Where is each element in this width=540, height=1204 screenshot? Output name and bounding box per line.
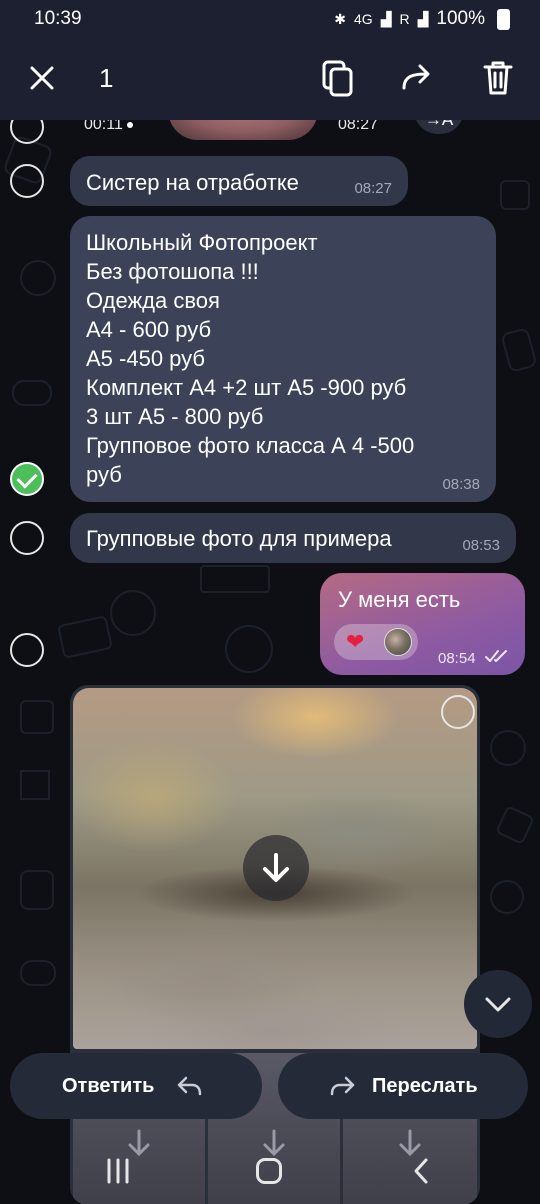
- message-line: Одежда своя: [86, 288, 220, 313]
- select-circle-outgoing[interactable]: [10, 633, 44, 667]
- message-line: Школьный Фотопроект: [86, 230, 318, 255]
- message-line: Комплект А4 +2 шт А5 -900 руб: [86, 375, 407, 400]
- back-icon[interactable]: [408, 1156, 434, 1186]
- double-check-icon: [485, 650, 507, 662]
- copy-icon[interactable]: [320, 58, 356, 98]
- message-line: руб: [86, 462, 122, 487]
- selection-action-bar: 1: [0, 36, 540, 120]
- battery-icon: [497, 8, 510, 30]
- message-text: Систер на отработке: [86, 170, 299, 195]
- message-time: 08:53: [462, 537, 500, 554]
- message-time: 08:38: [442, 476, 480, 493]
- network-label: 4G: [354, 11, 373, 27]
- system-navigation-bar: [0, 1140, 540, 1204]
- forward-button[interactable]: Переслать: [278, 1053, 528, 1119]
- select-circle-msg2-checked[interactable]: [10, 462, 44, 496]
- message-time: 08:27: [354, 180, 392, 197]
- chevron-down-icon: [485, 997, 511, 1012]
- status-bar: 10:39 ✱ 4G ▟ R ▟ 100%: [0, 0, 540, 36]
- message-line: Групповое фото класса А 4 -500: [86, 433, 415, 458]
- message-bubble-selected[interactable]: Школьный Фотопроект Без фотошопа !!! Оде…: [70, 216, 496, 502]
- photo-album-message[interactable]: [70, 685, 480, 1204]
- message-line: А5 -450 руб: [86, 346, 206, 371]
- roaming-label: R: [399, 11, 410, 27]
- status-time: 10:39: [34, 8, 82, 29]
- battery-percent: 100%: [436, 8, 485, 29]
- selected-count: 1: [99, 63, 114, 93]
- select-circle-photo[interactable]: [441, 695, 475, 729]
- reactor-avatar: [384, 628, 412, 656]
- reply-icon: [177, 1076, 202, 1096]
- forward-label: Переслать: [372, 1075, 478, 1097]
- blurred-photo[interactable]: [73, 688, 477, 1049]
- message-line: 3 шт А5 - 800 руб: [86, 404, 264, 429]
- message-line: А4 - 600 руб: [86, 317, 212, 342]
- message-bubble[interactable]: Систер на отработке 08:27: [70, 156, 408, 206]
- message-text: Групповые фото для примера: [86, 526, 392, 551]
- scroll-down-button[interactable]: [464, 970, 532, 1038]
- bluetooth-icon: ✱: [334, 10, 347, 27]
- forward-icon[interactable]: [400, 58, 436, 98]
- signal-icon-2: ▟: [417, 10, 429, 27]
- signal-icon: ▟: [380, 10, 392, 27]
- download-arrow-icon: [263, 853, 289, 882]
- message-time: 08:54: [438, 650, 476, 667]
- heart-reaction-icon: ❤: [346, 629, 365, 654]
- outgoing-message-bubble[interactable]: У меня есть ❤ 08:54: [320, 573, 525, 675]
- recents-icon[interactable]: [104, 1158, 132, 1184]
- message-text: У меня есть: [338, 587, 461, 612]
- message-line: Без фотошопа !!!: [86, 259, 259, 284]
- download-button[interactable]: [243, 835, 309, 901]
- reaction-chip[interactable]: ❤: [334, 624, 418, 660]
- message-bubble[interactable]: Групповые фото для примера 08:53: [70, 513, 516, 563]
- status-icons: ✱ 4G ▟ R ▟ 100%: [334, 8, 510, 30]
- close-icon[interactable]: [26, 62, 58, 94]
- select-circle-msg3[interactable]: [10, 521, 44, 555]
- forward-arrow-icon: [330, 1076, 355, 1096]
- delete-icon[interactable]: [480, 58, 516, 98]
- chat-screen: 10:39 ✱ 4G ▟ R ▟ 100% 1 00:11 08:27 Сист…: [0, 0, 540, 1204]
- select-circle-msg1[interactable]: [10, 164, 44, 198]
- reply-button[interactable]: Ответить: [10, 1053, 262, 1119]
- home-icon[interactable]: [256, 1158, 282, 1184]
- reply-label: Ответить: [62, 1075, 155, 1097]
